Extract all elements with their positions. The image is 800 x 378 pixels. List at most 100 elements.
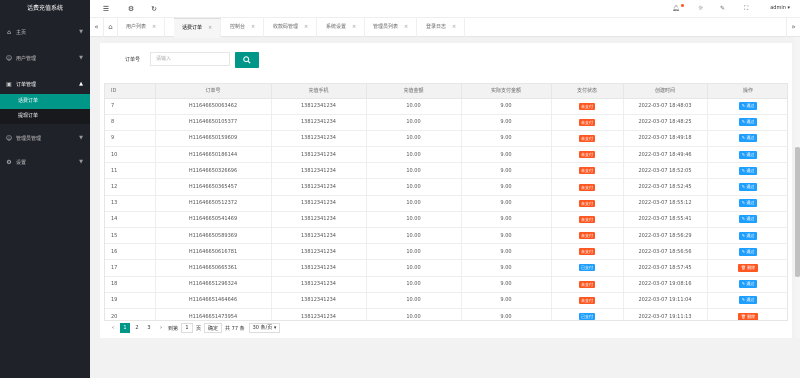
cell-amount: 10.00 [366,292,462,309]
cell-status: 未支付 [551,211,624,229]
cell-id: 17 [105,259,156,277]
column-header[interactable]: 创建时间 [623,84,708,99]
tabs-scroll-left-icon[interactable]: « [90,18,104,37]
tab-qrcode[interactable]: 收款码管理 × [265,18,318,37]
per-page-select[interactable]: 30 条/页 ▾ [248,323,281,333]
cell-paid: 9.00 [461,162,552,180]
tab-console[interactable]: 控制台 × [222,18,265,37]
delete-button[interactable]: 🗑︎ 删除 [737,312,759,320]
sidebar-item-order-management[interactable]: ▣ 订单管理 ▲ [0,74,90,94]
pass-button[interactable]: ✎ 通过 [738,134,758,143]
sidebar-item-settings[interactable]: ⚙ 设置 ▼ [0,152,90,172]
status-badge: 未支付 [579,232,595,240]
page-3[interactable]: 3 [144,323,154,333]
sidebar-item-admin-management[interactable]: ☺ 管理员管理 ▼ [0,128,90,148]
page-1[interactable]: 1 [120,323,130,333]
pass-button[interactable]: ✎ 通过 [738,183,758,192]
op-label: 通过 [746,248,755,254]
user-menu[interactable]: admin ▾ [770,5,790,11]
cell-paid: 9.00 [461,259,552,277]
next-page-icon[interactable]: › [156,323,166,333]
theme-icon[interactable]: ☼ [698,5,703,12]
close-icon[interactable]: × [152,24,156,30]
op-label: 通过 [746,167,755,173]
sidebar-subitem-phone-orders[interactable]: 话费订单 [0,94,90,109]
order-search-input[interactable]: 请输入 [150,52,230,66]
close-icon[interactable]: × [251,24,255,30]
pass-button[interactable]: ✎ 通过 [738,247,758,256]
cell-status: 未支付 [551,162,624,180]
column-header[interactable]: 订单号 [155,84,272,99]
cell-op: ✎ 通过 [707,114,787,131]
prev-page-icon[interactable]: ‹ [108,323,118,333]
status-badge: 未支付 [579,215,595,223]
sidebar-item-home[interactable]: ⌂ 主页 ▼ [0,22,90,42]
tab-login-log[interactable]: 登录日志 × [418,18,466,37]
refresh-icon[interactable]: ↻ [150,5,158,13]
pass-button[interactable]: ✎ 通过 [738,231,758,240]
cell-time: 2022-03-07 18:48:25 [623,114,708,131]
close-icon[interactable]: × [304,24,308,30]
goto-confirm-button[interactable]: 确定 [204,323,223,333]
cell-order: H11646650541469 [155,211,272,229]
pass-button[interactable]: ✎ 通过 [738,296,758,305]
caret-down-icon: ▼ [79,135,83,141]
close-icon[interactable]: × [352,24,356,30]
pass-button[interactable]: ✎ 通过 [738,215,758,224]
table-row: 13 H11646650512372 13812341234 10.00 9.00 未支付… [105,195,787,212]
page-unit-label: 页 [196,325,202,332]
cell-time: 2022-03-07 18:55:12 [623,195,708,212]
home-tab-icon[interactable]: ⌂ [104,18,118,37]
search-button[interactable] [235,52,259,68]
goto-page-input[interactable]: 1 [181,323,194,333]
column-header[interactable]: 支付状态 [551,84,624,99]
pass-button[interactable]: ✎ 通过 [738,199,758,208]
close-icon[interactable]: × [452,24,456,30]
pass-button[interactable]: ✎ 通过 [738,150,758,159]
pass-button[interactable]: ✎ 通过 [738,118,758,127]
close-icon[interactable]: × [208,25,212,31]
note-icon[interactable]: ✎ [720,5,725,12]
page-scrollbar[interactable] [795,37,800,338]
tab-phone-orders[interactable]: 话费订单 × [174,18,222,38]
sidebar-item-user-management[interactable]: ☺ 用户管理 ▼ [0,48,90,68]
table-row: 7 H11646650063462 13812341234 10.00 9.00 未支付 2… [105,98,787,115]
cell-time: 2022-03-07 18:55:41 [623,211,708,229]
page-2[interactable]: 2 [132,323,142,333]
tab-admin-list[interactable]: 管理员列表 × [365,18,418,37]
cell-id: 13 [105,195,156,212]
tabs-scroll-right-icon[interactable]: » [786,18,800,37]
tab-user-list[interactable]: 用户列表 × [118,18,166,37]
settings-icon[interactable]: ⚙ [127,5,135,13]
column-header[interactable]: 实际支付金额 [461,84,552,99]
tab-label: 登录日志 [426,24,447,30]
cell-paid: 9.00 [461,276,552,293]
close-icon[interactable]: × [404,24,408,30]
sidebar-subitem-withdraw-orders[interactable]: 提现订单 [0,109,90,124]
cell-time: 2022-03-07 18:56:29 [623,227,708,245]
pass-button[interactable]: ✎ 通过 [738,280,758,289]
column-header[interactable]: 充值金额 [366,84,462,99]
table-row: 12 H11646650365457 13812341234 10.00 9.00 未支付… [105,178,787,196]
cell-amount: 10.00 [366,227,462,245]
delete-button[interactable]: 🗑︎ 删除 [737,263,759,272]
cell-status: 未支付 [551,146,624,164]
tab-system-settings[interactable]: 系统设置 × [318,18,366,37]
cell-paid: 9.00 [461,195,552,212]
cell-phone: 13812341234 [271,227,367,245]
pass-button[interactable]: ✎ 通过 [738,166,758,175]
cell-phone: 13812341234 [271,130,367,148]
column-header[interactable]: 操作 [707,84,787,99]
status-badge: 未支付 [579,248,595,256]
sidebar-item-label: 设置 [16,159,27,166]
column-header[interactable]: ID [105,84,156,99]
column-header[interactable]: 充值手机 [271,84,367,99]
status-badge: 已支付 [579,264,595,272]
bell-icon[interactable]: 🔔︎ [672,5,680,12]
tab-label: 管理员列表 [373,24,399,30]
menu-toggle-icon[interactable]: ☰ [102,5,110,13]
scrollbar-thumb[interactable] [795,147,800,277]
fullscreen-icon[interactable]: ⛶ [744,5,748,13]
pass-button[interactable]: ✎ 通过 [738,102,758,111]
cell-status: 未支付 [551,243,624,261]
